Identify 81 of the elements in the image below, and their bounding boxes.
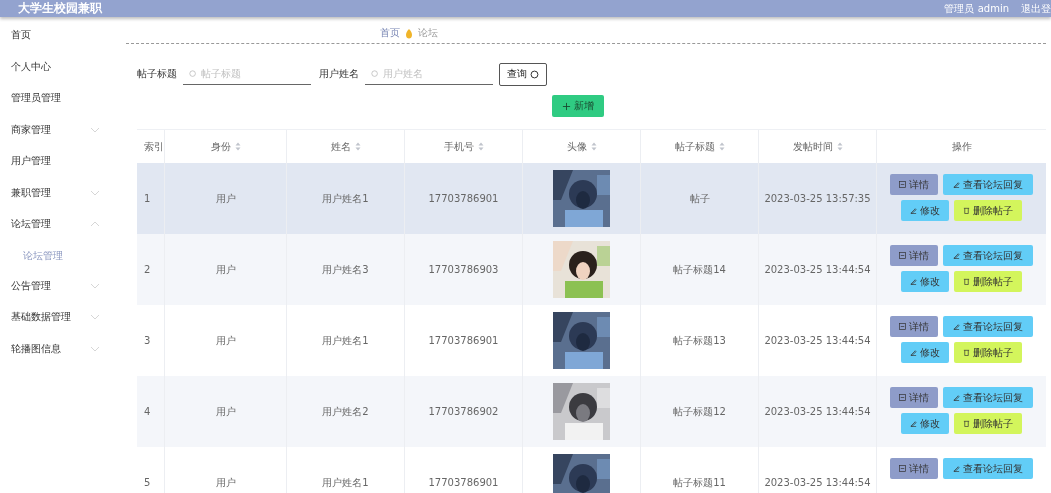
table-cell: 2023-03-25 13:44:54 xyxy=(759,447,877,493)
action-button[interactable]: 删除帖子 xyxy=(954,271,1022,292)
column-header: 索引 xyxy=(144,139,164,154)
document-icon xyxy=(899,394,906,401)
action-button[interactable]: 修改 xyxy=(901,413,949,434)
sidebar-item[interactable]: 个人中心 xyxy=(0,56,125,88)
column-header[interactable]: 头像 xyxy=(566,139,587,154)
pencil-icon xyxy=(910,278,917,285)
sidebar-item[interactable]: 用户管理 xyxy=(0,151,125,183)
table-row[interactable]: 4 用户 用户姓名2 17703786902 帖子标题12 2023-03-25 13:44:54 详情 查看论坛回复 修改 删除帖子 xyxy=(137,376,1046,447)
trash-icon xyxy=(963,420,970,427)
action-button[interactable]: 查看论坛回复 xyxy=(943,458,1033,479)
search-icon xyxy=(530,69,539,79)
table-cell: 用户姓名1 xyxy=(287,447,405,493)
action-button[interactable]: 详情 xyxy=(890,387,938,408)
plus-icon xyxy=(562,101,571,111)
pencil-icon xyxy=(953,252,960,259)
action-button[interactable]: 详情 xyxy=(890,245,938,266)
search-icon xyxy=(371,70,379,78)
pencil-icon xyxy=(910,207,917,214)
search-icon xyxy=(189,70,197,78)
sidebar-item[interactable]: 首页 xyxy=(0,25,125,57)
field-label: 用户姓名 xyxy=(319,67,359,81)
document-icon xyxy=(899,181,906,188)
table-cell: 帖子标题11 xyxy=(641,447,759,493)
app-title: 大学生校园兼职 xyxy=(18,0,102,17)
column-header[interactable]: 身份 xyxy=(210,139,231,154)
add-button[interactable]: 新增 xyxy=(552,95,604,117)
action-button[interactable]: 查看论坛回复 xyxy=(943,387,1033,408)
sidebar-item[interactable]: 论坛管理 xyxy=(0,214,125,246)
trash-icon xyxy=(963,278,970,285)
action-button[interactable]: 删除帖子 xyxy=(954,413,1022,434)
document-icon xyxy=(899,323,906,330)
action-button[interactable]: 删除帖子 xyxy=(954,200,1022,221)
action-button[interactable]: 查看论坛回复 xyxy=(943,316,1033,337)
action-button[interactable]: 详情 xyxy=(890,174,938,195)
action-button[interactable]: 删除帖子 xyxy=(954,342,1022,363)
sidebar-item[interactable]: 商家管理 xyxy=(0,119,125,151)
column-header[interactable]: 手机号 xyxy=(443,139,474,154)
pencil-icon xyxy=(953,465,960,472)
field-label: 帖子标题 xyxy=(137,67,177,81)
sort-icon[interactable] xyxy=(477,142,484,151)
pencil-icon xyxy=(953,181,960,188)
sidebar-item[interactable]: 公告管理 xyxy=(0,275,125,307)
action-button[interactable]: 详情 xyxy=(890,458,938,479)
column-header[interactable]: 帖子标题 xyxy=(674,139,715,154)
pear-icon xyxy=(405,27,413,39)
pencil-icon xyxy=(953,394,960,401)
user-label: 管理员 admin xyxy=(944,1,1009,16)
action-button[interactable]: 修改 xyxy=(901,342,949,363)
breadcrumb-link[interactable]: 首页 xyxy=(380,26,400,40)
table-row[interactable]: 2 用户 用户姓名3 17703786903 帖子标题14 2023-03-25 13:44:54 详情 查看论坛回复 修改 删除帖子 xyxy=(137,234,1046,305)
sort-icon[interactable] xyxy=(354,142,361,151)
table-cell: 17703786901 xyxy=(405,447,523,493)
table-cell: 5 xyxy=(137,447,165,493)
action-button[interactable]: 修改 xyxy=(901,200,949,221)
trash-icon xyxy=(963,349,970,356)
column-header: 操作 xyxy=(951,139,972,154)
document-icon xyxy=(899,252,906,259)
sidebar-item[interactable]: 兼职管理 xyxy=(0,182,125,214)
sort-icon[interactable] xyxy=(718,142,725,151)
trash-icon xyxy=(963,207,970,214)
pencil-icon xyxy=(953,323,960,330)
table-row[interactable]: 1 用户 用户姓名1 17703786901 帖子 2023-03-25 13:57:35 详情 查看论坛回复 修改 删除帖子 xyxy=(137,163,1046,234)
sort-icon[interactable] xyxy=(836,142,843,151)
sort-icon[interactable] xyxy=(590,142,597,151)
action-button[interactable]: 修改 xyxy=(901,271,949,292)
action-button[interactable]: 详情 xyxy=(890,316,938,337)
pencil-icon xyxy=(910,420,917,427)
action-button[interactable]: 查看论坛回复 xyxy=(943,174,1033,195)
action-button[interactable]: 查看论坛回复 xyxy=(943,245,1033,266)
sidebar-item[interactable]: 管理员管理 xyxy=(0,88,125,120)
query-button[interactable]: 查询 xyxy=(499,62,547,86)
column-header[interactable]: 姓名 xyxy=(330,139,351,154)
column-header[interactable]: 发帖时间 xyxy=(792,139,833,154)
table-cell: 用户 xyxy=(165,447,287,493)
pencil-icon xyxy=(910,349,917,356)
document-icon xyxy=(899,465,906,472)
sidebar-item[interactable]: 轮播图信息 xyxy=(0,338,125,370)
sidebar-item[interactable]: 基础数据管理 xyxy=(0,307,125,339)
sort-icon[interactable] xyxy=(234,142,241,151)
